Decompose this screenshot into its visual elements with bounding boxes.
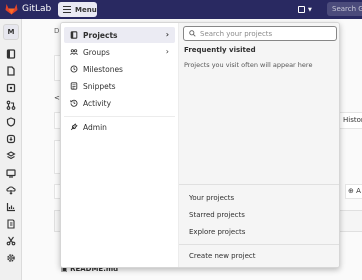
new-item-button[interactable]: ▼ [298,4,316,15]
back-arrow-icon[interactable]: < [54,94,60,102]
menu-item-label: Activity [83,98,112,108]
repository-icon[interactable] [6,66,16,76]
menu-item-projects[interactable]: Projects › [64,27,175,43]
project-icon [70,31,78,39]
main-menu-dropdown: Projects › Groups › Milestones Snippets … [60,22,340,268]
add-plus-icon: ⊕ A [348,187,361,195]
add-button[interactable]: ⊕ A [345,184,362,199]
menu-item-label: Snippets [83,81,116,91]
create-new-project-link[interactable]: Create new project [189,252,255,260]
project-search-input[interactable]: Search your projects [183,26,337,41]
frequently-visited-heading: Frequently visited [184,46,256,54]
menu-item-activity[interactable]: Activity [64,95,175,111]
projects-panel: Search your projects Frequently visited … [178,23,339,267]
breadcrumb[interactable]: D [54,27,59,35]
menu-button-label: Menu [75,5,97,14]
menu-item-label: Admin [83,122,107,132]
menu-item-milestones[interactable]: Milestones [64,61,175,77]
hamburger-icon [63,6,71,13]
packages-icon[interactable] [6,185,16,195]
menu-item-admin[interactable]: Admin [64,119,175,135]
issues-icon[interactable] [6,83,16,93]
monitor-icon[interactable] [6,168,16,178]
search-icon [189,30,196,37]
deployments-icon[interactable] [6,134,16,144]
menu-divider [64,116,175,117]
chevron-right-icon: › [165,47,169,56]
menu-item-label: Projects [83,30,118,40]
your-projects-link[interactable]: Your projects [189,194,234,202]
panel-divider [179,184,339,185]
brand-name[interactable]: GitLab [22,3,51,15]
plus-square-icon [298,6,305,13]
menu-button[interactable]: Menu [58,2,97,17]
wiki-icon[interactable] [6,219,16,229]
snippets-icon[interactable] [6,236,16,246]
panel-divider [179,244,339,245]
gitlab-logo-icon[interactable] [5,3,18,15]
menu-item-groups[interactable]: Groups › [64,44,175,60]
clock-icon [70,65,78,73]
history-icon [70,99,78,107]
explore-projects-link[interactable]: Explore projects [189,228,245,236]
frequent-projects-empty-note: Projects you visit often will appear her… [184,61,313,69]
menu-item-snippets[interactable]: Snippets [64,78,175,94]
snippet-icon [70,82,78,90]
history-button-label: Histor [343,116,362,124]
group-icon [70,49,78,55]
menu-item-label: Milestones [83,64,123,74]
project-avatar[interactable]: M [3,24,19,40]
chevron-right-icon: › [165,30,169,39]
menu-sections: Projects › Groups › Milestones Snippets … [61,23,178,267]
security-icon[interactable] [6,117,16,127]
settings-icon[interactable] [6,253,16,263]
history-button[interactable]: Histor [338,112,362,129]
analytics-icon[interactable] [6,202,16,212]
global-search-input[interactable]: Search Gi [327,2,362,16]
starred-projects-link[interactable]: Starred projects [189,211,245,219]
menu-item-label: Groups [83,47,110,57]
infrastructure-icon[interactable] [6,151,16,161]
project-icon[interactable] [6,49,16,59]
project-sidebar: M [0,19,22,280]
chevron-down-icon: ▼ [308,6,312,13]
merge-requests-icon[interactable] [6,100,16,110]
project-search-placeholder: Search your projects [200,29,273,38]
top-navbar: GitLab Menu ▼ Search Gi [0,0,362,19]
wrench-icon [70,123,78,131]
